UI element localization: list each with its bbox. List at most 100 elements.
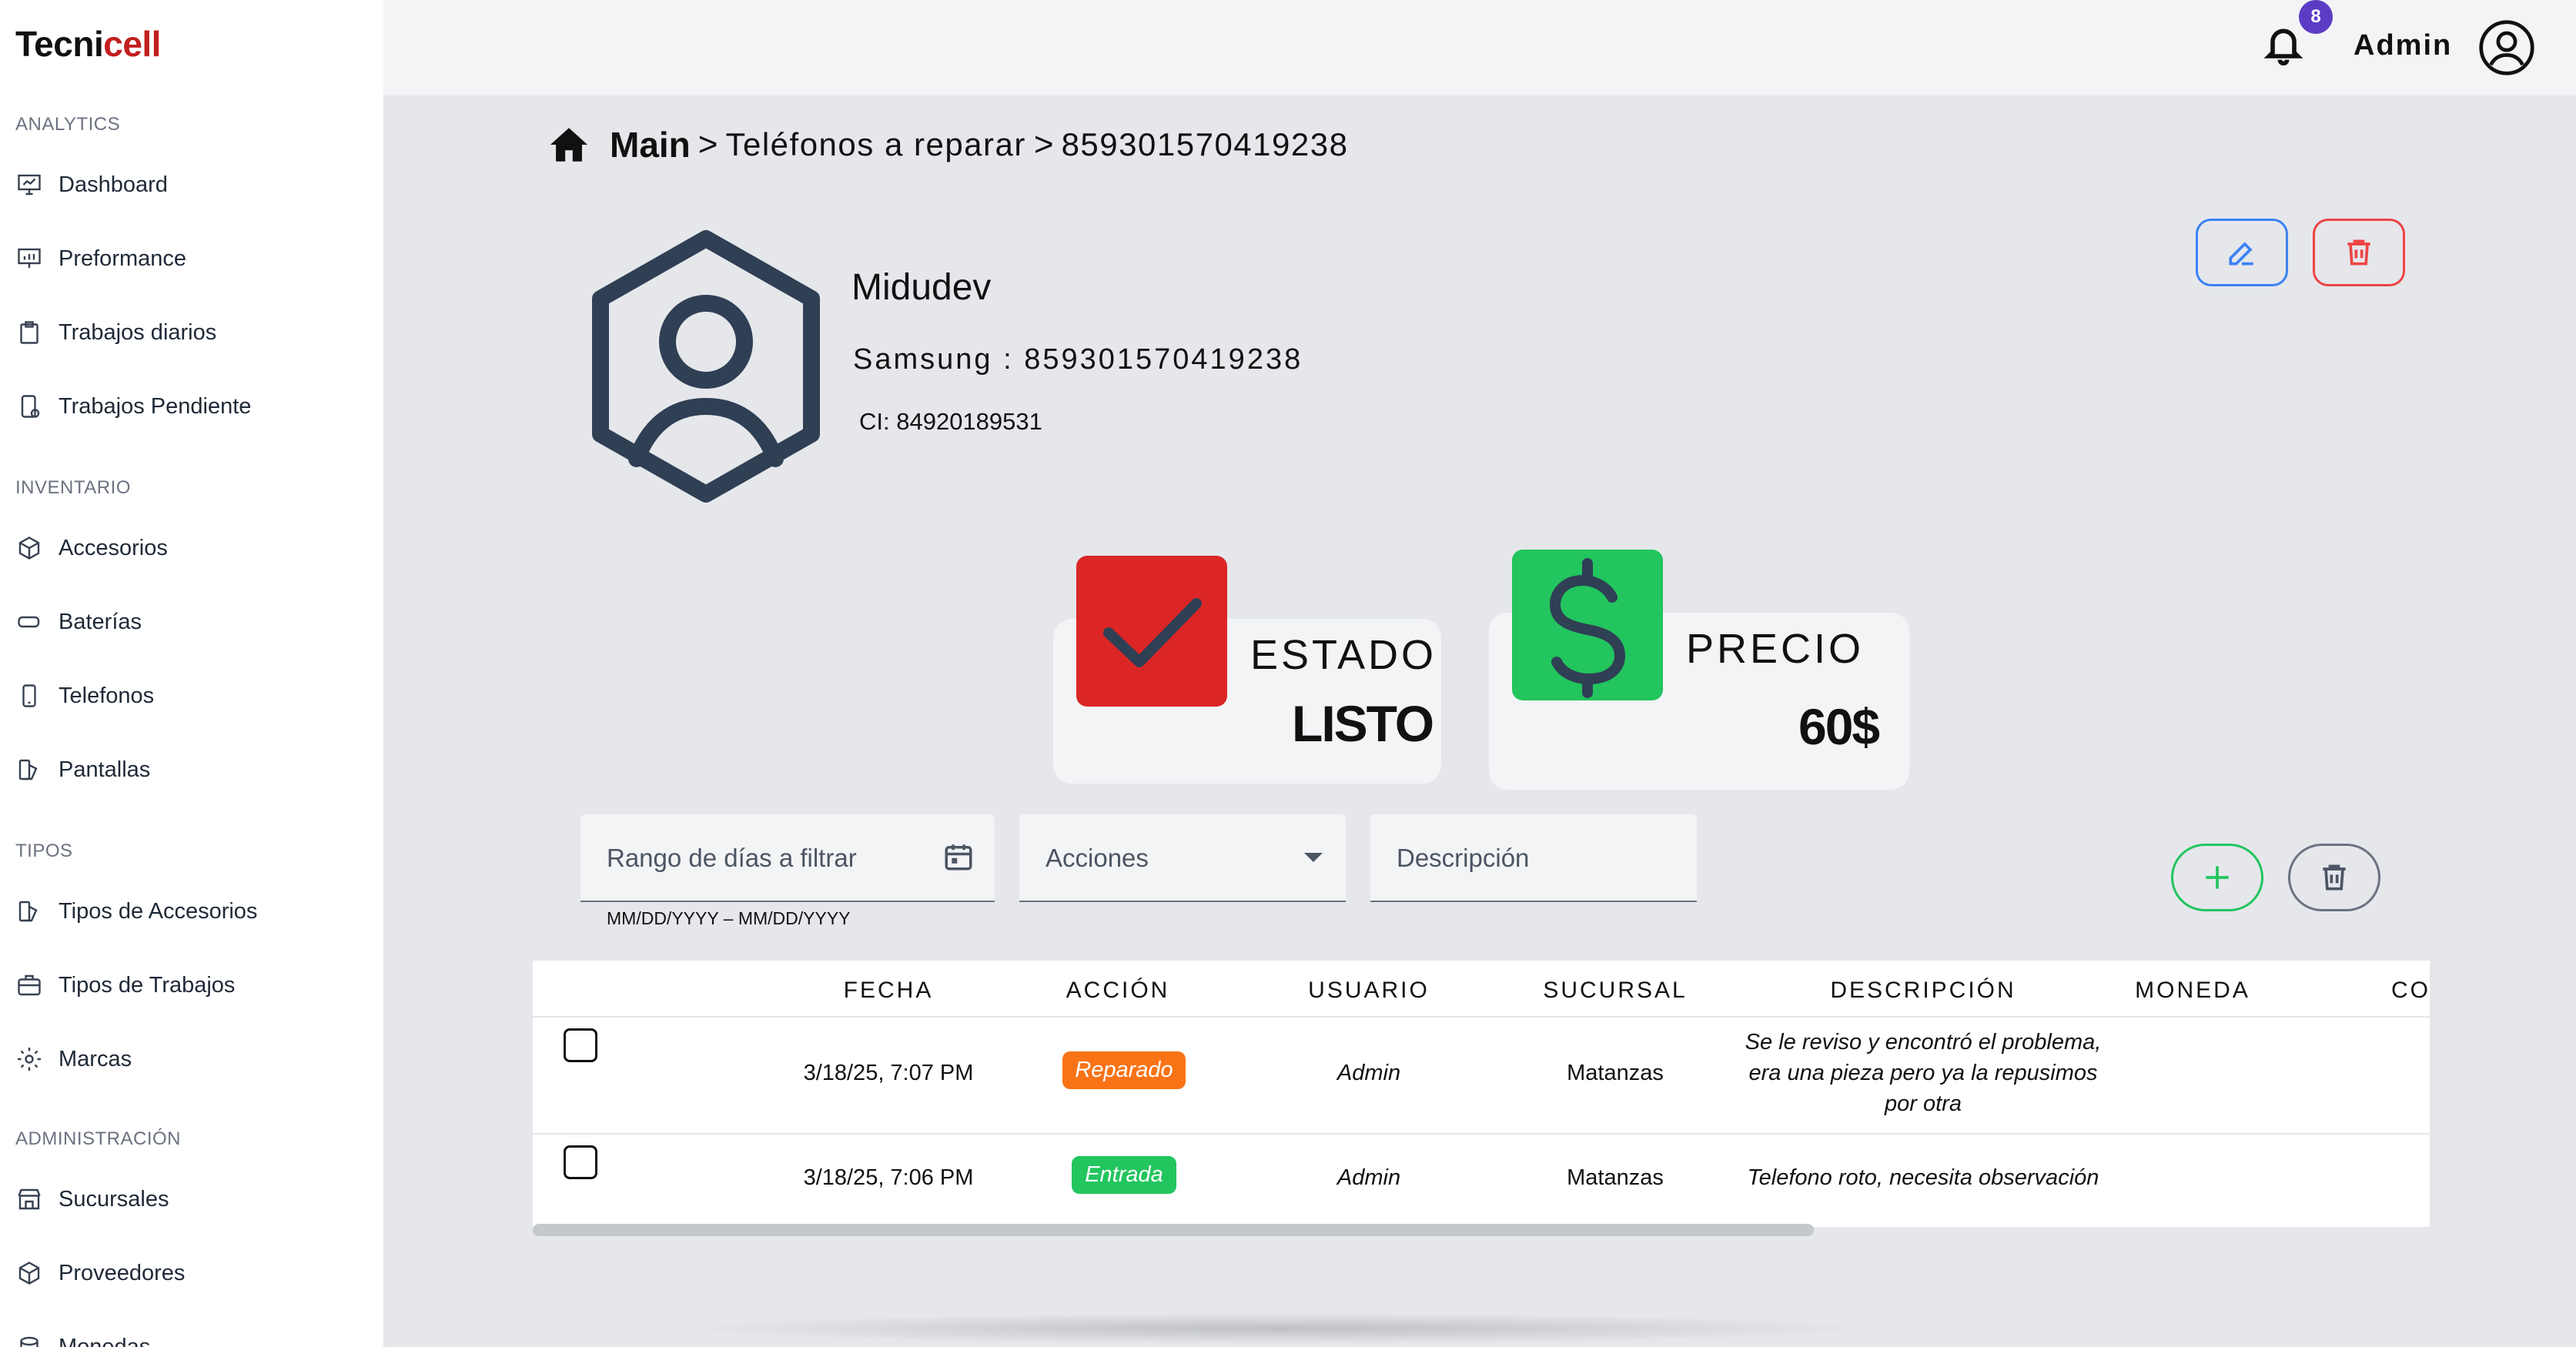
- topbar: [383, 0, 2576, 95]
- sidebar-item-tipos-accesorios[interactable]: Tipos de Accesorios: [15, 888, 257, 934]
- edit-button[interactable]: [2196, 219, 2288, 286]
- battery-icon: [18, 616, 40, 628]
- estado-value: LISTO: [1292, 695, 1434, 752]
- cell-fecha: 3/18/25, 7:07 PM: [803, 1061, 974, 1085]
- clipboard-icon: [20, 321, 38, 344]
- delete-button[interactable]: [2313, 219, 2405, 286]
- section-title-inventario: INVENTARIO: [15, 477, 131, 498]
- sidebar-item-sucursales[interactable]: Sucursales: [15, 1176, 169, 1222]
- coins-icon: [20, 1336, 38, 1347]
- device-info: Samsung : 859301570419238: [853, 343, 1303, 376]
- store-icon: [18, 1188, 41, 1210]
- cell-sucursal: Matanzas: [1567, 1165, 1664, 1190]
- cell-descripcion-line: era una pieza pero ya la repusimos: [1748, 1061, 2098, 1085]
- sidebar-item-pantallas[interactable]: Pantallas: [15, 747, 150, 793]
- descripcion-input[interactable]: Descripción: [1370, 814, 1697, 902]
- precio-label: PRECIO: [1686, 626, 1865, 672]
- column-header-fecha[interactable]: FECHA: [773, 978, 1004, 1004]
- trash-icon: [2347, 239, 2370, 266]
- calendar-icon[interactable]: [942, 841, 975, 873]
- date-range-placeholder: Rango de días a filtrar: [607, 844, 857, 872]
- row-checkbox[interactable]: [564, 1145, 597, 1179]
- cell-sucursal: Matanzas: [1567, 1061, 1664, 1085]
- estado-tile: [1076, 556, 1227, 707]
- breadcrumb-main[interactable]: Main: [610, 124, 691, 165]
- user-name: Admin: [2354, 29, 2453, 62]
- sidebar-item-monedas[interactable]: Monedas: [15, 1324, 150, 1347]
- notifications-button[interactable]: [2262, 22, 2308, 72]
- client-name: Midudev: [851, 267, 992, 308]
- footer-shadow: [677, 1313, 1878, 1344]
- plus-icon: [2206, 866, 2229, 889]
- estado-label: ESTADO: [1250, 632, 1437, 678]
- breadcrumb-telefonos[interactable]: Teléfonos a reparar: [725, 126, 1025, 163]
- precio-value: 60$: [1798, 698, 1880, 755]
- caret-down-icon: [1304, 853, 1323, 862]
- sidebar-item-marcas[interactable]: Marcas: [15, 1036, 132, 1082]
- account-button[interactable]: [2477, 18, 2536, 77]
- cell-descripcion-line: Telefono roto, necesita observación: [1747, 1165, 2099, 1190]
- sidebar-item-telefonos[interactable]: Telefonos: [15, 673, 154, 719]
- delete-selected-button[interactable]: [2288, 844, 2380, 911]
- column-header-usuario[interactable]: USUARIO: [1253, 978, 1484, 1004]
- precio-tile: [1512, 550, 1663, 700]
- cell-descripcion-line: Se le reviso y encontró el problema,: [1745, 1030, 2102, 1055]
- section-title-analytics: ANALYTICS: [15, 114, 121, 135]
- cell-descripcion-line: por otra: [1885, 1091, 1962, 1116]
- sidebar-item-performance[interactable]: Preformance: [15, 236, 186, 282]
- gear-icon: [18, 1048, 41, 1071]
- accion-badge: Entrada: [1072, 1156, 1176, 1194]
- screen-swatch-icon: [18, 759, 38, 780]
- section-title-administracion: ADMINISTRACIÓN: [15, 1128, 182, 1149]
- pencil-square-icon: [2229, 242, 2253, 266]
- brand-logo[interactable]: Tecnicell: [15, 23, 161, 65]
- cube-icon: [18, 536, 40, 560]
- phone-icon: [22, 684, 36, 707]
- user-hexagon-icon: [592, 230, 820, 503]
- header-divider: [533, 1016, 2430, 1018]
- table-horizontal-scrollbar[interactable]: [533, 1224, 1814, 1236]
- sidebar-item-baterias[interactable]: Baterías: [15, 599, 142, 645]
- dollar-icon: [1549, 558, 1626, 698]
- presentation-chart-icon: [18, 174, 41, 196]
- column-header-co[interactable]: CO: [2391, 978, 2430, 1004]
- breadcrumb-separator: >: [698, 125, 718, 163]
- sidebar-item-accesorios[interactable]: Accesorios: [15, 525, 168, 571]
- breadcrumb: Main > Teléfonos a reparar > 85930157041…: [547, 120, 1348, 169]
- date-range-field[interactable]: Rango de días a filtrar: [580, 814, 995, 902]
- breadcrumb-separator: >: [1033, 125, 1054, 163]
- package-icon: [18, 1262, 40, 1285]
- row-divider: [533, 1133, 2430, 1135]
- column-header-sucursal[interactable]: SUCURSAL: [1500, 978, 1731, 1004]
- acciones-placeholder: Acciones: [1045, 844, 1149, 872]
- sidebar-item-dashboard[interactable]: Dashboard: [15, 162, 168, 208]
- cell-fecha: 3/18/25, 7:06 PM: [803, 1165, 974, 1190]
- section-title-tipos: TIPOS: [15, 841, 73, 861]
- cell-usuario: Admin: [1337, 1061, 1401, 1085]
- client-ci: CI: 84920189531: [859, 408, 1042, 435]
- sidebar: Tecnicell ANALYTICS Dashboard Preformanc…: [0, 0, 383, 1347]
- column-header-moneda[interactable]: MONEDA: [1962, 978, 2424, 1004]
- cell-usuario: Admin: [1337, 1165, 1401, 1190]
- notification-count-badge: 8: [2299, 0, 2333, 34]
- swatch-icon: [18, 901, 38, 922]
- phone-clock-icon: [21, 395, 40, 418]
- breadcrumb-current: 859301570419238: [1061, 126, 1349, 162]
- home-icon[interactable]: [547, 122, 591, 167]
- user-circle-icon: [2479, 20, 2534, 75]
- bell-icon: [2263, 28, 2303, 66]
- row-checkbox[interactable]: [564, 1028, 597, 1062]
- sidebar-item-trabajos-pendiente[interactable]: Trabajos Pendiente: [15, 383, 251, 430]
- accion-badge: Reparado: [1062, 1051, 1186, 1089]
- date-range-helper: MM/DD/YYYY – MM/DD/YYYY: [607, 908, 851, 928]
- add-entry-button[interactable]: [2171, 844, 2263, 911]
- descripcion-placeholder: Descripción: [1397, 844, 1530, 872]
- bar-chart-board-icon: [18, 248, 41, 268]
- sidebar-item-tipos-trabajos[interactable]: Tipos de Trabajos: [15, 962, 235, 1008]
- sidebar-item-trabajos-diarios[interactable]: Trabajos diarios: [15, 309, 216, 356]
- acciones-select[interactable]: Acciones: [1019, 814, 1346, 902]
- column-header-accion[interactable]: ACCIÓN: [1002, 978, 1233, 1004]
- checkmark-icon: [1103, 598, 1202, 667]
- sidebar-item-proveedores[interactable]: Proveedores: [15, 1250, 185, 1296]
- history-table: FECHA ACCIÓN USUARIO SUCURSAL DESCRIPCIÓ…: [533, 961, 2430, 1227]
